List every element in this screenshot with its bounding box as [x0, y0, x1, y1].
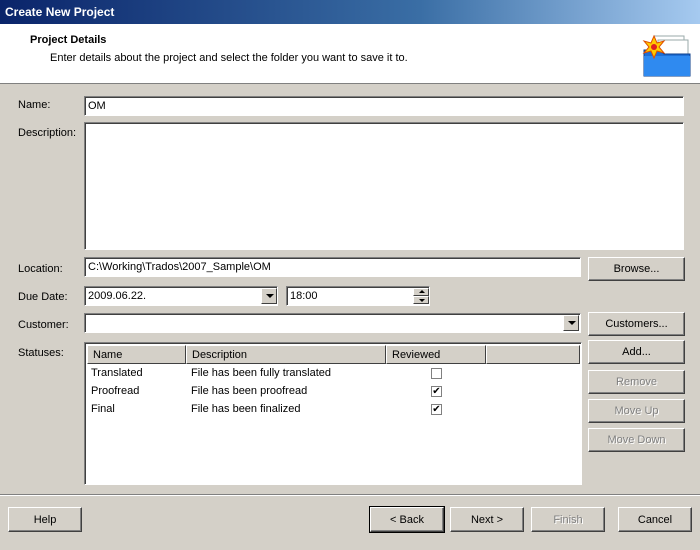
- finish-button[interactable]: Finish: [531, 507, 605, 532]
- column-header-reviewed[interactable]: Reviewed: [386, 345, 486, 364]
- window-titlebar[interactable]: Create New Project: [0, 0, 700, 24]
- customer-select[interactable]: [84, 313, 581, 333]
- table-row[interactable]: Final File has been finalized ✔: [87, 401, 581, 419]
- location-input[interactable]: C:\Working\Trados\2007_Sample\OM: [84, 257, 581, 277]
- move-up-button[interactable]: Move Up: [588, 399, 685, 423]
- time-spin-up-icon[interactable]: [413, 288, 429, 296]
- customer-label: Customer:: [18, 319, 69, 331]
- status-name: Proofread: [91, 385, 140, 397]
- description-textarea[interactable]: [84, 122, 684, 250]
- table-row[interactable]: Proofread File has been proofread ✔: [87, 383, 581, 401]
- status-description: File has been proofread: [191, 385, 308, 397]
- due-date-value: 2009.06.22.: [88, 290, 147, 302]
- customers-button[interactable]: Customers...: [588, 312, 685, 336]
- status-name: Translated: [91, 367, 143, 379]
- statuses-label: Statuses:: [18, 347, 64, 359]
- description-label: Description:: [18, 127, 77, 139]
- remove-status-button[interactable]: Remove: [588, 370, 685, 394]
- reviewed-checkbox[interactable]: [431, 368, 442, 379]
- header-title: Project Details: [30, 34, 107, 46]
- move-down-button[interactable]: Move Down: [588, 428, 685, 452]
- browse-button[interactable]: Browse...: [588, 257, 685, 281]
- due-date-label: Due Date:: [18, 291, 68, 303]
- next-button[interactable]: Next >: [450, 507, 524, 532]
- due-date-dropdown-icon[interactable]: [261, 288, 277, 304]
- cancel-button[interactable]: Cancel: [618, 507, 692, 532]
- name-input[interactable]: OM: [84, 96, 684, 116]
- wizard-header: Project Details Enter details about the …: [0, 24, 700, 84]
- due-date-picker[interactable]: 2009.06.22.: [84, 286, 278, 306]
- column-header-description[interactable]: Description: [186, 345, 386, 364]
- name-label: Name:: [18, 99, 51, 111]
- back-button[interactable]: < Back: [369, 506, 445, 533]
- status-name: Final: [91, 403, 115, 415]
- add-status-button[interactable]: Add...: [588, 340, 685, 364]
- due-time-value: 18:00: [290, 290, 318, 302]
- location-label: Location:: [18, 263, 63, 275]
- new-project-folder-icon: [642, 34, 691, 77]
- status-description: File has been fully translated: [191, 367, 332, 379]
- reviewed-checkbox[interactable]: ✔: [431, 386, 442, 397]
- header-subtitle: Enter details about the project and sele…: [50, 52, 408, 64]
- due-time-input[interactable]: 18:00: [286, 286, 430, 306]
- help-button[interactable]: Help: [8, 507, 82, 532]
- customer-dropdown-icon[interactable]: [563, 315, 579, 331]
- column-header-name[interactable]: Name: [87, 345, 186, 364]
- footer-separator: [0, 494, 700, 496]
- status-description: File has been finalized: [191, 403, 301, 415]
- window-title: Create New Project: [5, 5, 115, 19]
- column-header-blank: [486, 345, 580, 364]
- statuses-grid[interactable]: Name Description Reviewed Translated Fil…: [84, 342, 582, 485]
- reviewed-checkbox[interactable]: ✔: [431, 404, 442, 415]
- time-spin-down-icon[interactable]: [413, 296, 429, 304]
- table-row[interactable]: Translated File has been fully translate…: [87, 365, 581, 383]
